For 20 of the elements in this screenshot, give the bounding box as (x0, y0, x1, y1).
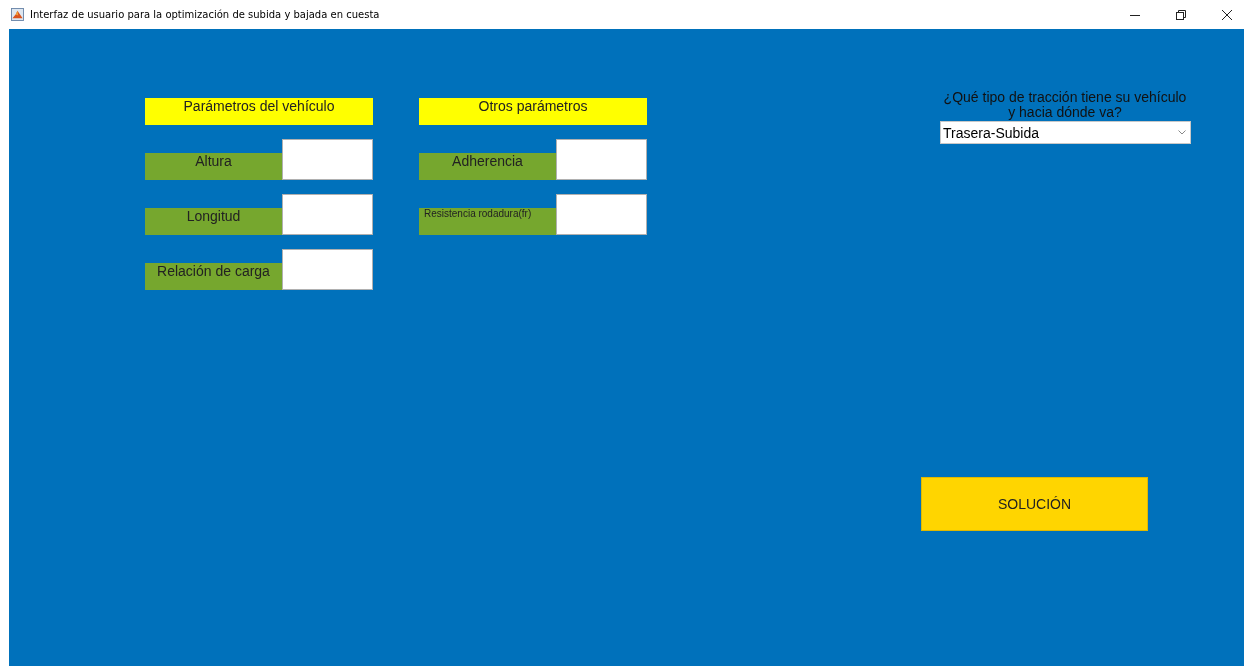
input-field[interactable] (282, 249, 373, 290)
window-title: Interfaz de usuario para la optimización de subida y bajada en cuesta (30, 9, 380, 20)
field-label: Relación de carga (145, 263, 282, 290)
field-label: Longitud (145, 208, 282, 235)
section-heading: Parámetros del vehículo (145, 98, 373, 125)
close-icon[interactable] (1222, 9, 1232, 20)
section-heading: Otros parámetros (419, 98, 647, 125)
solution-button[interactable]: SOLUCIÓN (921, 477, 1148, 531)
app-icon (11, 8, 24, 21)
input-field[interactable] (556, 139, 647, 180)
restore-icon[interactable] (1176, 9, 1186, 20)
question-label: ¿Qué tipo de tracción tiene su vehículo y hacia dónde va? (942, 90, 1188, 120)
caret-icon (1178, 130, 1186, 135)
field-label: Adherencia (419, 153, 556, 180)
field-label: Resistencia rodadura(fr) (419, 208, 556, 235)
input-field[interactable] (556, 194, 647, 235)
input-field[interactable] (282, 139, 373, 180)
field-label: Altura (145, 153, 282, 180)
traction-dropdown[interactable]: Trasera-Subida (940, 121, 1191, 144)
input-field[interactable] (282, 194, 373, 235)
